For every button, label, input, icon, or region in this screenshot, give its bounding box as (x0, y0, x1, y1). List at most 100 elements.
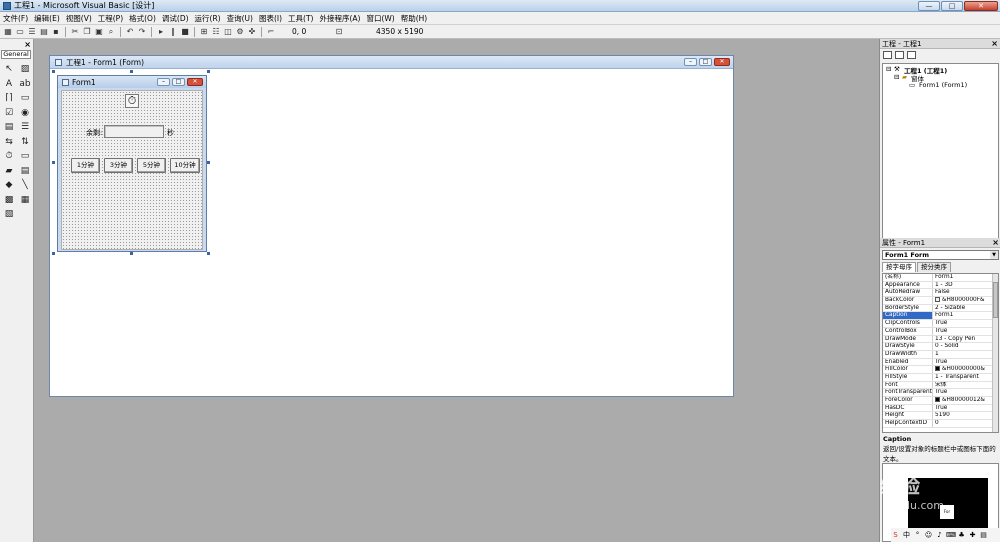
textbox-tool-icon[interactable]: ab (18, 77, 32, 92)
pointer-tool-icon[interactable]: ↖ (2, 62, 16, 77)
dirlistbox-tool-icon[interactable]: ▰ (2, 164, 16, 179)
menu-run[interactable]: 运行(R) (192, 13, 224, 24)
checkbox-tool-icon[interactable]: ☑ (2, 106, 16, 121)
end-icon[interactable]: ■ (180, 27, 190, 37)
menu-format[interactable]: 格式(O) (126, 13, 159, 24)
five-minute-button[interactable]: 5分钟 (137, 158, 166, 173)
paste-icon[interactable]: ▣ (94, 27, 104, 37)
find-icon[interactable]: ⌕ (106, 27, 116, 37)
property-value[interactable]: &H8000000F& (933, 297, 998, 304)
open-project-icon[interactable]: ▤ (39, 27, 49, 37)
menu-tools[interactable]: 工具(T) (285, 13, 316, 24)
property-row[interactable]: (名称) Form1 (883, 274, 998, 282)
remaining-textbox[interactable] (104, 125, 164, 138)
property-row[interactable]: BackColor &H8000000F& (883, 297, 998, 305)
image-tool-icon[interactable]: ▩ (2, 193, 16, 208)
property-row[interactable]: Enabled True (883, 358, 998, 367)
chevron-down-icon[interactable]: ▼ (990, 251, 998, 259)
menu-query[interactable]: 查询(U) (224, 13, 256, 24)
menu-editor-icon[interactable]: ☰ (27, 27, 37, 37)
properties-close-icon[interactable]: × (992, 238, 999, 248)
resize-handle[interactable] (207, 252, 210, 255)
property-value[interactable]: 宋体 (933, 382, 998, 389)
property-value[interactable]: 1 - 3D (933, 282, 998, 289)
resize-handle[interactable] (52, 161, 55, 164)
toolbox-close-icon[interactable]: × (24, 40, 31, 49)
menu-help[interactable]: 帮助(H) (398, 13, 431, 24)
designer-maximize-button[interactable]: □ (699, 58, 712, 66)
property-value[interactable]: &H00000000& (933, 366, 998, 373)
property-row[interactable]: HasDC True (883, 404, 998, 413)
tree-expand-icon[interactable]: ⊟ (894, 73, 899, 81)
property-value[interactable]: True (933, 359, 998, 366)
property-row[interactable]: ForeColor &H80000012& (883, 397, 998, 405)
remaining-label[interactable]: 余剩: (86, 128, 102, 138)
punctuation-icon[interactable]: ° (913, 531, 922, 539)
combobox-tool-icon[interactable]: ▤ (2, 120, 16, 135)
vscrollbar-tool-icon[interactable]: ⇅ (18, 135, 32, 150)
seconds-label[interactable]: 秒 (167, 128, 174, 138)
undo-icon[interactable]: ↶ (125, 27, 135, 37)
menu-project[interactable]: 工程(P) (95, 13, 126, 24)
save-project-icon[interactable]: ▪ (51, 27, 61, 37)
property-value[interactable]: 0 - Solid (933, 343, 998, 350)
resize-handle[interactable] (130, 252, 133, 255)
toolbox-general-tab[interactable]: General (1, 50, 31, 59)
resize-handle[interactable] (207, 70, 210, 73)
form1-minimize-button[interactable]: – (157, 78, 170, 86)
property-row[interactable]: Font 宋体 (883, 381, 998, 390)
property-row[interactable]: DrawMode 13 - Copy Pen (883, 335, 998, 344)
property-row[interactable]: FillColor &H00000000& (883, 366, 998, 374)
emoji-icon[interactable]: ☺ (924, 531, 933, 539)
property-row[interactable]: ClipControls True (883, 320, 998, 328)
tab-alphabetic[interactable]: 按字母序 (882, 262, 916, 272)
project-explorer-icon[interactable]: ⊞ (199, 27, 209, 37)
menu-file[interactable]: 文件(F) (0, 13, 31, 24)
property-row[interactable]: Appearance 1 - 3D (883, 281, 998, 290)
property-value[interactable]: True (933, 405, 998, 412)
resize-handle[interactable] (52, 70, 55, 73)
property-row[interactable]: FillStyle 1 - Transparent (883, 373, 998, 382)
menu-addins[interactable]: 外接程序(A) (316, 13, 363, 24)
tree-form1[interactable]: Form1 (Form1) (919, 81, 967, 89)
form1-titlebar[interactable]: Form1 – □ ✕ (58, 76, 206, 88)
keyboard-icon[interactable]: ⌨ (946, 531, 956, 539)
voice-icon[interactable]: ♪ (935, 531, 944, 539)
menu-debug[interactable]: 调试(D) (159, 13, 192, 24)
resize-handle[interactable] (207, 161, 210, 164)
resize-handle[interactable] (130, 70, 133, 73)
property-value[interactable]: 1 (933, 351, 998, 358)
one-minute-button[interactable]: 1分钟 (71, 158, 100, 173)
redo-icon[interactable]: ↷ (137, 27, 147, 37)
frame-tool-icon[interactable]: ⌈⌉ (2, 91, 16, 106)
sogou-icon[interactable]: S (891, 531, 900, 539)
property-value[interactable]: &H80000012& (933, 397, 998, 404)
ole-tool-icon[interactable]: ▧ (2, 207, 16, 222)
close-button[interactable]: ✕ (964, 1, 998, 11)
menu-diagram[interactable]: 图表(I) (256, 13, 285, 24)
break-icon[interactable]: ‖ (168, 27, 178, 37)
tools-icon[interactable]: ✚ (968, 531, 977, 539)
property-row[interactable]: DrawWidth 1 (883, 350, 998, 359)
shape-tool-icon[interactable]: ◆ (2, 178, 16, 193)
property-value[interactable]: True (933, 320, 998, 327)
minimize-button[interactable]: — (918, 1, 940, 11)
toolbox-icon[interactable]: ✜ (247, 27, 257, 37)
object-selector[interactable]: Form1 Form ▼ (882, 250, 999, 260)
view-code-icon[interactable] (883, 51, 892, 59)
form1[interactable]: Form1 – □ ✕ ⏱ 余剩: 秒 1分钟 3分钟 5分钟 10分钟 (57, 75, 207, 252)
add-form-icon[interactable]: ▭ (15, 27, 25, 37)
optionbutton-tool-icon[interactable]: ◉ (18, 106, 32, 121)
form1-client-area[interactable]: ⏱ 余剩: 秒 1分钟 3分钟 5分钟 10分钟 (61, 90, 203, 250)
object-browser-icon[interactable]: ⚙ (235, 27, 245, 37)
filelistbox-tool-icon[interactable]: ▤ (18, 164, 32, 179)
property-row[interactable]: AutoRedraw False (883, 289, 998, 298)
property-value[interactable]: True (933, 328, 998, 335)
form-layout-icon[interactable]: ◫ (223, 27, 233, 37)
menu-window[interactable]: 窗口(W) (363, 13, 397, 24)
three-minute-button[interactable]: 3分钟 (104, 158, 133, 173)
timer-tool-icon[interactable]: ⏱ (2, 149, 16, 164)
commandbutton-tool-icon[interactable]: ▭ (18, 91, 32, 106)
tab-categorized[interactable]: 按分类序 (917, 262, 951, 272)
property-value[interactable]: Form1 (933, 312, 998, 319)
